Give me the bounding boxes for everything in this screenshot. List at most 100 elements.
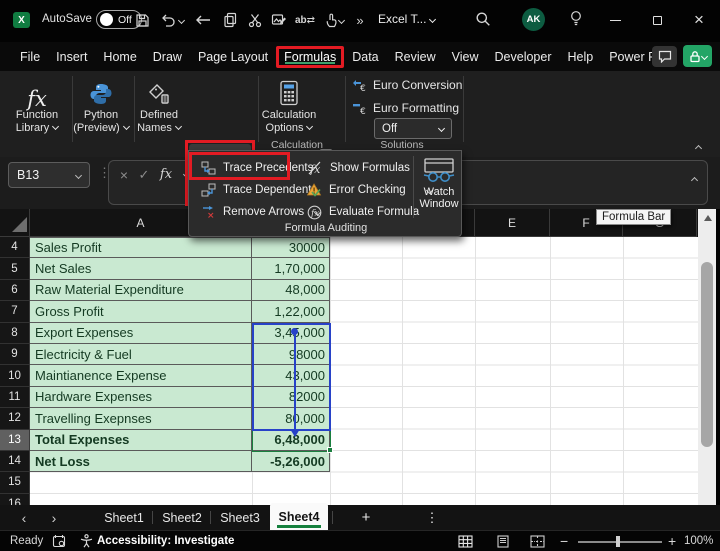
sheet-options-button[interactable]: ⋮ [420,505,444,530]
find-replace-icon[interactable]: ab⇄ [292,10,318,30]
row-header[interactable]: 11 [0,387,30,408]
cell-a13[interactable]: Total Expenses [30,430,252,451]
zoom-slider-thumb[interactable] [616,536,620,547]
row-header[interactable]: 4 [0,237,30,258]
cell-b7[interactable]: 1,22,000 [252,301,330,322]
menu-item-show-formulas[interactable]: fx Show Formulas [307,158,410,178]
row-header[interactable]: 8 [0,323,30,344]
account-avatar[interactable]: AK [522,8,545,31]
cell-a9[interactable]: Electricity & Fuel [30,344,252,365]
python-preview-button[interactable]: Python (Preview) [70,74,132,135]
accessibility-status[interactable]: Accessibility: Investigate [80,534,234,548]
cell-b6[interactable]: 48,000 [252,280,330,301]
close-button[interactable]: × [684,8,714,32]
tab-page-layout[interactable]: Page Layout [190,45,276,69]
cell-a8[interactable]: Export Expenses [30,323,252,344]
touch-mode-chevron[interactable] [334,10,344,30]
cell-b15[interactable] [252,472,330,493]
row-header[interactable]: 16 [0,494,30,505]
row-header-selected[interactable]: 13 [0,430,30,451]
sheet-tab-sheet4-active[interactable]: Sheet4 [270,503,328,530]
cell-a12[interactable]: Travelling Exepnses [30,408,252,429]
menu-item-evaluate-formula[interactable]: fx Evaluate Formula [307,202,419,222]
row-header[interactable]: 12 [0,408,30,429]
defined-names-button[interactable]: Defined Names [134,74,184,135]
minimize-button[interactable] [600,8,630,32]
copy-icon[interactable] [219,10,241,30]
document-title[interactable]: Excel T... [378,12,435,26]
scroll-up-arrow[interactable] [704,215,712,221]
picture-edit-icon[interactable] [268,10,290,30]
cell-b14[interactable]: -5,26,000 [252,451,330,472]
row-header[interactable]: 5 [0,258,30,279]
zoom-slider-track[interactable] [578,541,662,543]
insert-function-icon[interactable]: fx [157,167,175,182]
cell-a16[interactable] [30,494,252,505]
sheet-tab-sheet2[interactable]: Sheet2 [158,505,206,530]
tab-review[interactable]: Review [387,45,444,69]
row-header[interactable]: 7 [0,301,30,322]
sheet-tab-sheet3[interactable]: Sheet3 [216,505,264,530]
tab-developer[interactable]: Developer [487,45,560,69]
row-header[interactable]: 6 [0,280,30,301]
vertical-scroll-thumb[interactable] [701,262,713,447]
enter-icon[interactable]: ✓ [135,167,153,183]
cancel-icon[interactable]: × [115,167,133,183]
back-arrow-icon[interactable] [192,10,214,30]
zoom-out-button[interactable]: − [560,533,568,549]
menu-item-remove-arrows[interactable]: × Remove Arrows [201,202,320,222]
euro-formatting-button[interactable]: € Euro Formatting [352,101,459,115]
zoom-level[interactable]: 100% [684,535,713,547]
macro-record-icon[interactable] [52,534,66,548]
row-header[interactable]: 10 [0,365,30,386]
qat-overflow-icon[interactable]: » [349,10,371,30]
zoom-in-button[interactable]: + [668,533,676,549]
cell-b5[interactable]: 1,70,000 [252,258,330,279]
cell-a7[interactable]: Gross Profit [30,301,252,322]
euro-conversion-button[interactable]: € Euro Conversion [352,78,462,92]
tab-file[interactable]: File [12,45,48,69]
column-header-e[interactable]: E [475,209,550,237]
cell-b4[interactable]: 30000 [252,237,330,258]
cell-a10[interactable]: Maintianence Expense [30,365,252,386]
calculation-options-button[interactable]: Calculation Options [258,74,320,135]
tab-help[interactable]: Help [560,45,602,69]
save-icon[interactable] [131,10,153,30]
page-break-view-button[interactable] [530,535,545,548]
cell-a5[interactable]: Net Sales [30,258,252,279]
tab-home[interactable]: Home [95,45,144,69]
lightbulb-icon[interactable] [565,8,587,28]
cell-a15[interactable] [30,472,252,493]
euro-style-dropdown[interactable]: Off [374,118,452,139]
fill-handle[interactable] [327,447,333,453]
name-box[interactable]: B13 [8,162,90,188]
tab-draw[interactable]: Draw [145,45,190,69]
search-icon[interactable] [472,9,494,29]
row-header[interactable]: 15 [0,472,30,493]
comments-button[interactable] [652,46,677,67]
function-library-button[interactable]: fx Function Library [8,74,66,135]
tab-data[interactable]: Data [344,45,386,69]
share-button[interactable] [683,45,712,67]
cell-a6[interactable]: Raw Material Expenditure [30,280,252,301]
row-header[interactable]: 14 [0,451,30,472]
undo-dropdown-chevron[interactable] [174,10,184,30]
menu-item-watch-window[interactable]: Watch Window [417,156,461,218]
row-header[interactable]: 9 [0,344,30,365]
tab-insert[interactable]: Insert [48,45,95,69]
menu-item-trace-dependents[interactable]: Trace Dependents [201,180,317,200]
cell-a4[interactable]: Sales Profit [30,237,252,258]
sheet-nav-left[interactable]: ‹ [12,505,36,530]
cut-icon[interactable] [244,10,266,30]
tab-formulas[interactable]: Formulas [276,46,344,68]
page-layout-view-button[interactable] [496,535,510,548]
tab-view[interactable]: View [444,45,487,69]
cell-a14[interactable]: Net Loss [30,451,252,472]
normal-view-button[interactable] [458,535,473,548]
sheet-tab-sheet1[interactable]: Sheet1 [100,505,148,530]
new-sheet-button[interactable]: + [352,505,380,530]
collapse-ribbon-chevron[interactable] [692,137,701,155]
cell-a11[interactable]: Hardware Expenses [30,387,252,408]
expand-formula-bar-chevron[interactable] [688,169,697,187]
maximize-button[interactable] [642,8,672,32]
